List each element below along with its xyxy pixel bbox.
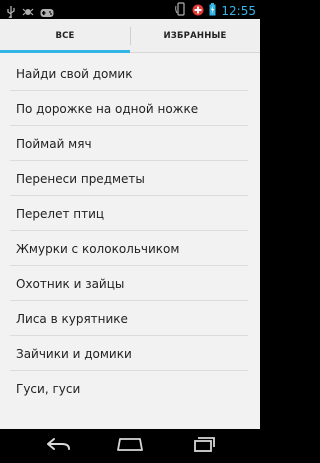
tab-favorites[interactable]: ИЗБРАННЫЕ (130, 19, 260, 52)
home-icon (115, 436, 145, 456)
list-item[interactable]: Зайчики и домики (0, 336, 260, 371)
recent-apps-icon (191, 436, 217, 456)
tab-all[interactable]: ВСЕ (0, 19, 130, 53)
medical-alert-icon (192, 1, 204, 20)
list-item[interactable]: Жмурки с колокольчиком (0, 231, 260, 266)
app-content: ВСЕ ИЗБРАННЫЕ Найди свой домик По дорожк… (0, 19, 260, 429)
navigation-bar (0, 429, 260, 463)
status-bar: 12:55 (0, 0, 260, 19)
list-item[interactable]: Перенеси предметы (0, 161, 260, 196)
clock: 12:55 (221, 3, 256, 18)
home-button[interactable] (114, 436, 146, 456)
list-item[interactable]: Охотник и зайцы (0, 266, 260, 301)
list-item[interactable]: По дорожке на одной ножке (0, 91, 260, 126)
list-item[interactable]: Гуси, гуси (0, 371, 260, 406)
list-item[interactable]: Найди свой домик (0, 56, 260, 91)
games-list: Найди свой домик По дорожке на одной нож… (0, 56, 260, 406)
list-item[interactable]: Лиса в курятнике (0, 301, 260, 336)
list-item[interactable]: Перелет птиц (0, 196, 260, 231)
recent-apps-button[interactable] (188, 436, 220, 456)
list-item[interactable]: Поймай мяч (0, 126, 260, 161)
back-icon (44, 436, 72, 456)
rotate-icon (175, 1, 187, 20)
system-icons: 12:55 (175, 1, 256, 20)
tab-bar: ВСЕ ИЗБРАННЫЕ (0, 19, 260, 53)
battery-icon (209, 1, 216, 20)
back-button[interactable] (42, 436, 74, 456)
